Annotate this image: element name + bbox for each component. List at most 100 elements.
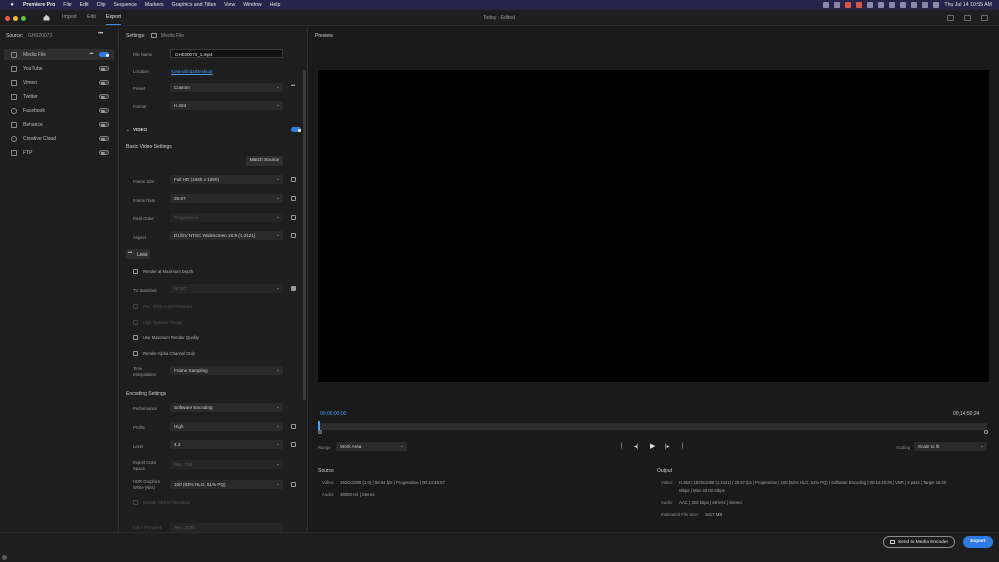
destination-media-file[interactable]: Media File ••• (4, 49, 114, 60)
menu-sequence[interactable]: Sequence (114, 2, 137, 8)
apple-menu-icon[interactable]: ● (7, 2, 17, 8)
destination-toggle[interactable] (99, 94, 109, 99)
level-select[interactable]: 4.2 ⌄ (170, 440, 283, 449)
status-play-icon[interactable] (867, 2, 874, 8)
tab-edit[interactable]: Edit (87, 14, 96, 20)
fullscreen-icon[interactable] (981, 15, 988, 21)
status-record-icon[interactable] (845, 2, 852, 8)
destination-toggle[interactable] (99, 122, 109, 127)
source-more-icon[interactable]: ••• (98, 31, 103, 37)
status-battery-icon[interactable] (889, 2, 896, 8)
menu-graphics-and-titles[interactable]: Graphics and Titles (172, 2, 216, 8)
wifi-icon[interactable] (900, 2, 907, 8)
tab-export[interactable]: Export (106, 14, 121, 25)
aspect-select[interactable]: D1/DV NTSC Widescreen 16:9 (1.2121) ⌄ (170, 231, 283, 240)
destination-toggle[interactable] (99, 150, 109, 155)
go-to-in-icon[interactable]: | (621, 443, 623, 449)
play-icon[interactable]: ▶ (650, 442, 655, 450)
video-section-header[interactable]: VIDEO (133, 127, 147, 132)
menu-view[interactable]: View (224, 2, 235, 8)
scaling-select[interactable]: Scale to fit ⌄ (914, 442, 987, 451)
less-button[interactable]: ••• Less (126, 249, 150, 259)
timeline-scrubber[interactable] (318, 421, 987, 430)
status-app-icon[interactable] (856, 2, 863, 8)
menu-app-name[interactable]: Premiere Pro (23, 2, 55, 8)
timecode-start[interactable]: 00;00;00;00 (320, 411, 346, 417)
export-color-space-select: Rec. 709 ⌄ (170, 460, 283, 469)
frame-size-select[interactable]: Full HD (1920 x 1080) ⌄ (170, 175, 283, 184)
quick-export-icon[interactable] (947, 15, 954, 21)
file-name-input[interactable]: GH020073_1.mp4 (170, 49, 283, 58)
menu-markers[interactable]: Markers (145, 2, 164, 8)
status-m-icon[interactable] (823, 2, 830, 8)
destination-more-icon[interactable]: ••• (89, 51, 93, 57)
destination-facebook[interactable]: Facebook (4, 105, 114, 116)
status-bluetooth-icon[interactable] (878, 2, 885, 8)
destination-toggle[interactable] (99, 108, 109, 113)
status-shield-icon[interactable] (834, 2, 841, 8)
out-point-handle[interactable] (984, 430, 988, 434)
destination-twitter[interactable]: Twitter (4, 91, 114, 102)
minimize-window-button[interactable] (13, 15, 18, 21)
step-back-icon[interactable]: ◂| (634, 443, 639, 450)
frame-rate-checkbox[interactable] (291, 196, 296, 201)
tv-standard-checkbox[interactable] (291, 286, 296, 291)
settings-scrollbar[interactable] (303, 70, 306, 400)
menubar-clock[interactable]: Thu Jul 14 10:55 AM (944, 2, 992, 8)
export-button[interactable]: Export (963, 536, 993, 548)
go-to-out-icon[interactable]: | (682, 443, 684, 449)
location-link[interactable]: /Users/linda/Desktop (171, 69, 213, 74)
destination-youtube[interactable]: YouTube (4, 63, 114, 74)
range-select[interactable]: Work Area ⌄ (336, 442, 407, 451)
progress-icon[interactable] (964, 15, 971, 21)
menu-clip[interactable]: Clip (97, 2, 106, 8)
siri-icon[interactable] (933, 2, 940, 8)
hdr-graphics-select[interactable]: 100 (63% HLG, 51% PQ) ⌄ (170, 480, 283, 489)
chevron-down-icon: ⌄ (275, 367, 280, 373)
format-select[interactable]: H.264 ⌄ (170, 101, 283, 110)
destination-vimeo[interactable]: Vimeo (4, 77, 114, 88)
preset-select[interactable]: Custom ⌄ (170, 83, 283, 92)
control-center-icon[interactable] (922, 2, 929, 8)
video-section-chevron-icon[interactable]: ⌄ (126, 127, 130, 133)
aspect-checkbox[interactable] (291, 233, 296, 238)
search-icon[interactable] (911, 2, 918, 8)
destination-toggle[interactable] (99, 80, 109, 85)
color-primaries-select: Rec. 2020 (170, 523, 283, 532)
level-checkbox[interactable] (291, 442, 296, 447)
frame-size-checkbox[interactable] (291, 177, 296, 182)
render-max-depth-checkbox[interactable] (133, 269, 138, 274)
tab-import[interactable]: Import (62, 14, 77, 20)
max-render-quality-checkbox[interactable] (133, 335, 138, 340)
home-icon[interactable] (43, 14, 50, 21)
performance-select[interactable]: Software Encoding ⌄ (170, 403, 283, 412)
frame-rate-select[interactable]: 29.97 ⌄ (170, 194, 283, 203)
match-source-button[interactable]: Match Source (246, 156, 283, 166)
menu-help[interactable]: Help (270, 2, 281, 8)
zoom-window-button[interactable] (21, 15, 26, 21)
step-forward-icon[interactable]: |▸ (665, 443, 670, 450)
video-toggle[interactable] (291, 127, 301, 132)
menu-edit[interactable]: Edit (80, 2, 89, 8)
menu-window[interactable]: Window (243, 2, 261, 8)
destination-toggle[interactable] (99, 136, 109, 141)
field-order-checkbox[interactable] (291, 215, 296, 220)
close-window-button[interactable] (5, 15, 10, 21)
destination-toggle[interactable] (99, 66, 109, 71)
time-interp-select[interactable]: Frame Sampling ⌄ (170, 366, 283, 375)
destination-toggle[interactable] (99, 52, 109, 57)
playhead[interactable] (318, 421, 320, 430)
preset-more-icon[interactable]: ••• (291, 83, 295, 89)
preset-label: Preset (133, 86, 146, 91)
send-to-media-encoder-button[interactable]: Send to Media Encoder (883, 536, 955, 548)
hdr-graphics-checkbox[interactable] (291, 482, 296, 487)
profile-checkbox[interactable] (291, 424, 296, 429)
in-point-handle[interactable] (318, 430, 322, 434)
render-alpha-checkbox[interactable] (133, 351, 138, 356)
destination-creative-cloud[interactable]: Creative Cloud (4, 133, 114, 144)
profile-select[interactable]: High ⌄ (170, 422, 283, 431)
destination-ftp[interactable]: FTP (4, 147, 114, 158)
destination-behance[interactable]: Behance (4, 119, 114, 130)
frame-size-label: Frame Size (133, 179, 155, 184)
menu-file[interactable]: File (63, 2, 71, 8)
